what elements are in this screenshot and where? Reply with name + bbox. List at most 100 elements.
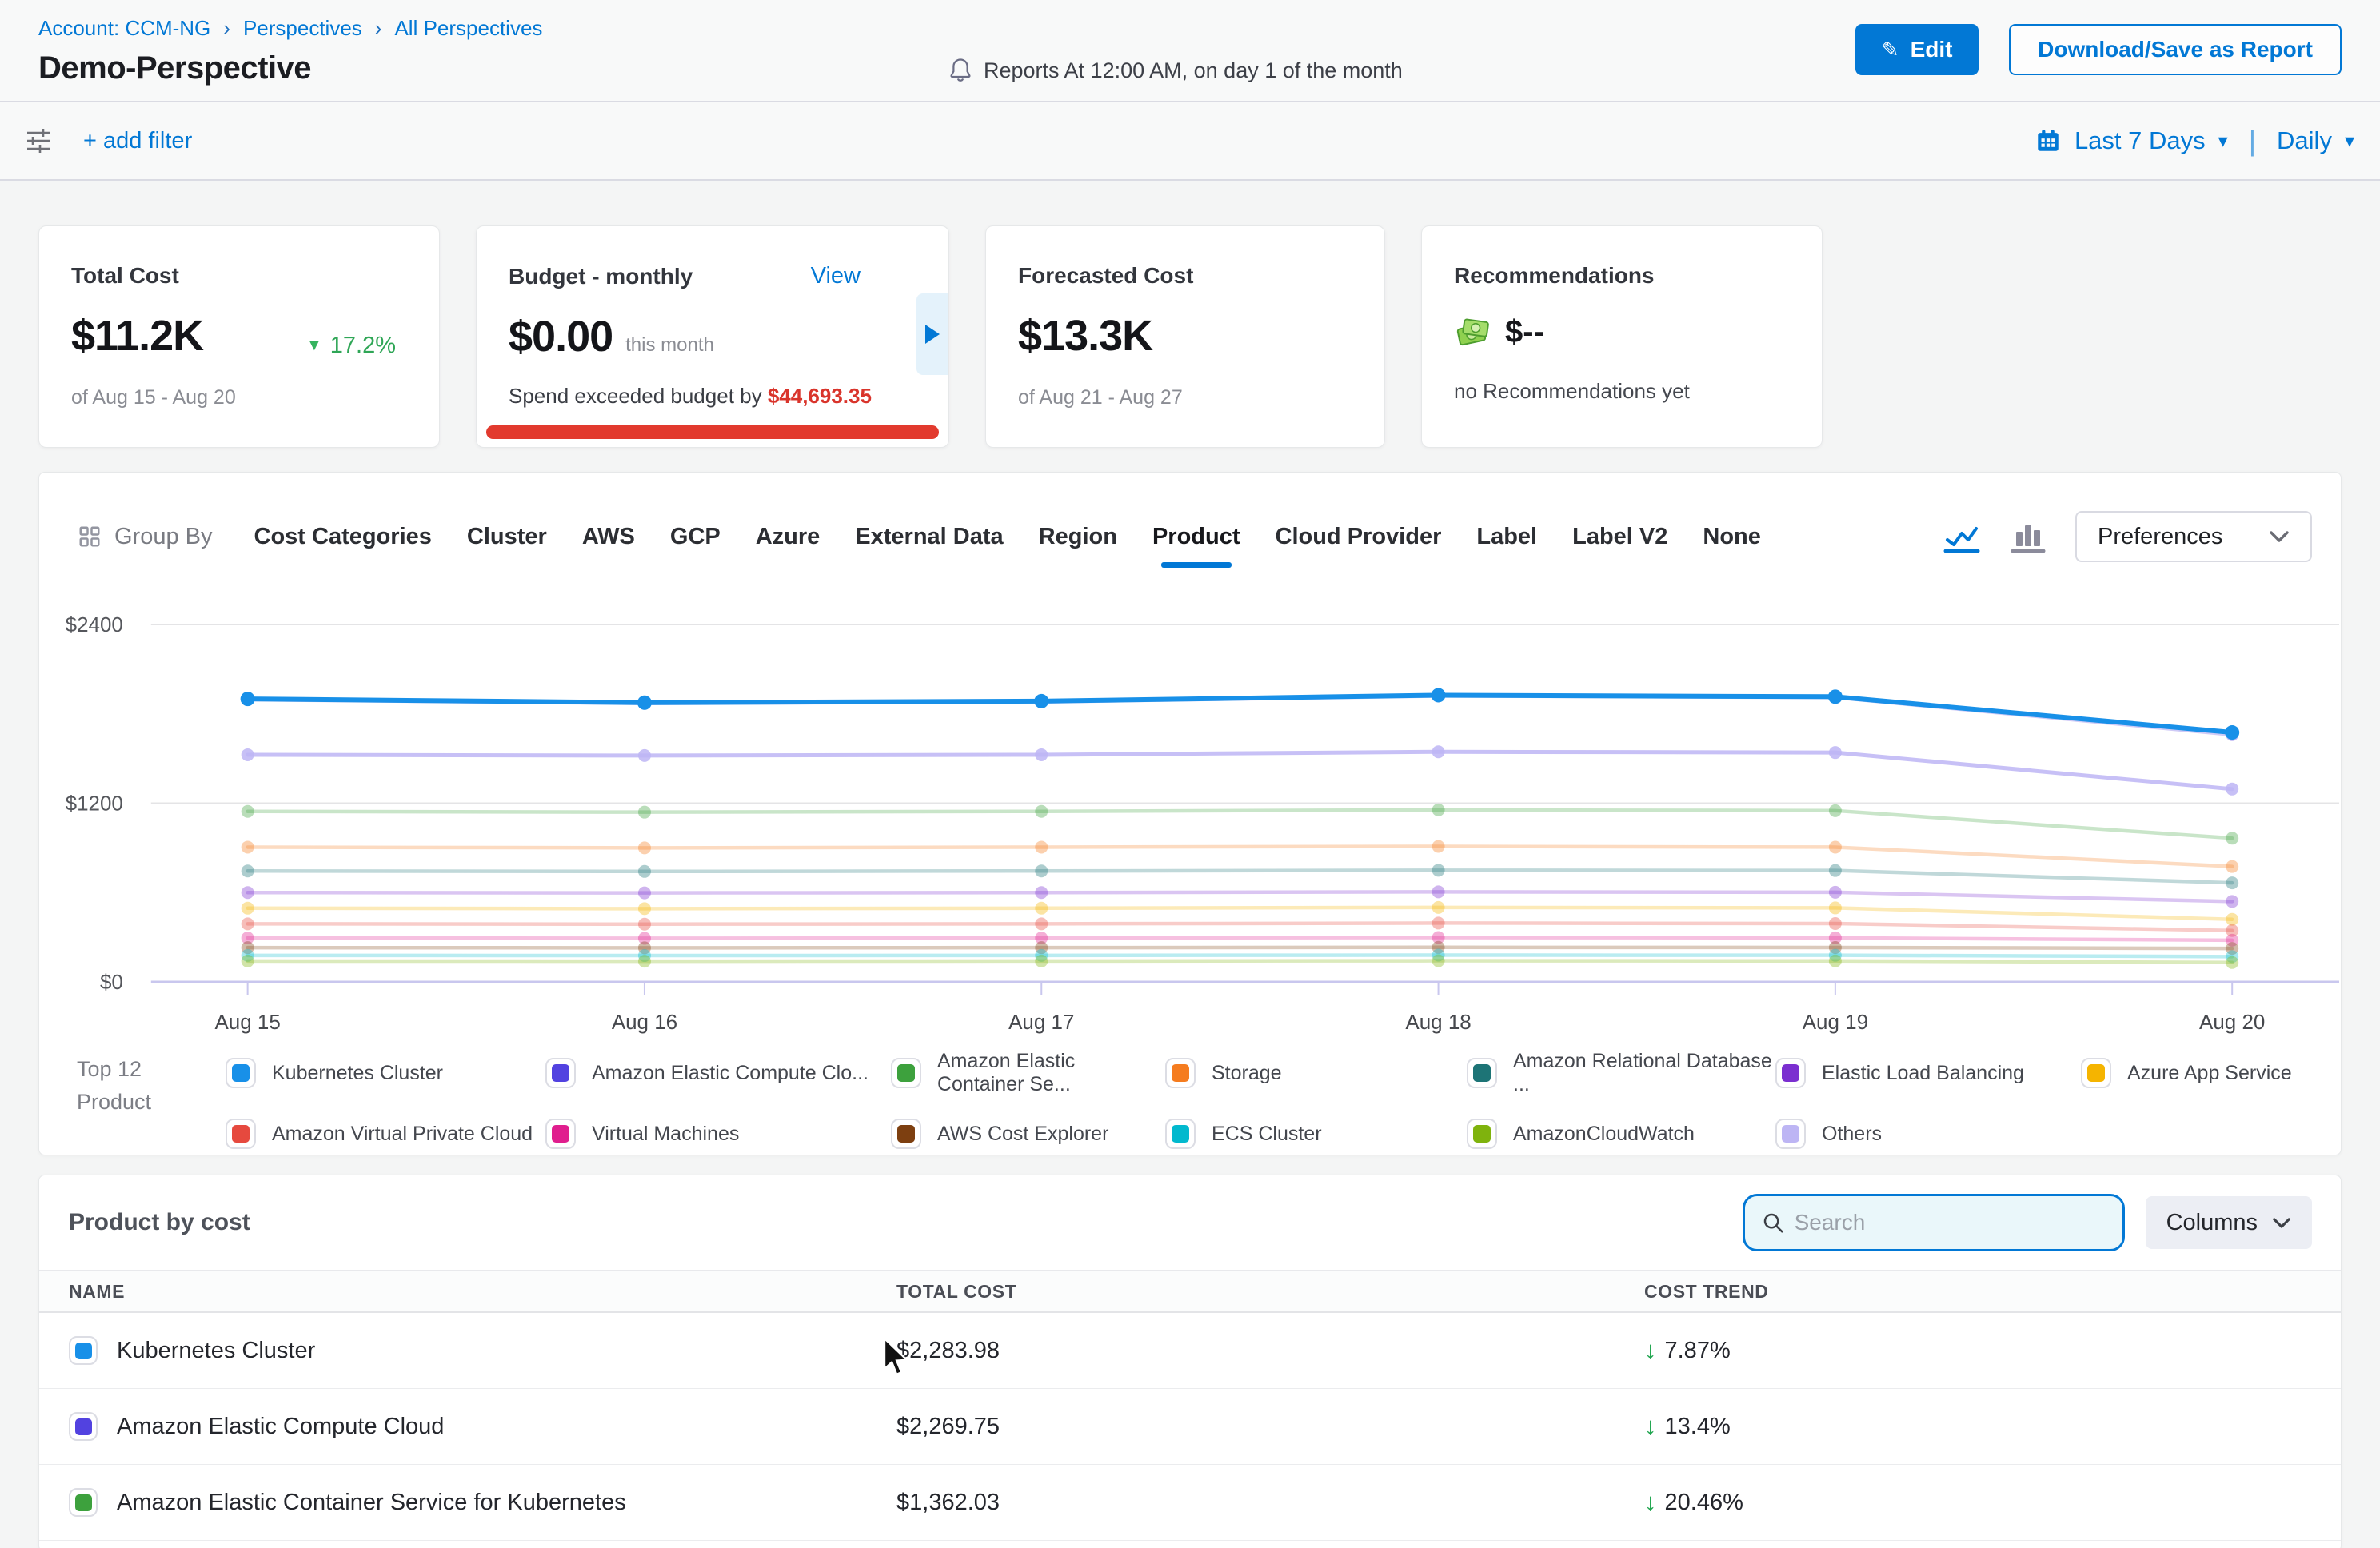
legend-item[interactable]: Kubernetes Cluster — [226, 1058, 545, 1088]
granularity-picker[interactable]: Daily ▾ — [2277, 126, 2354, 155]
date-range-picker[interactable]: Last 7 Days ▾ — [2035, 126, 2228, 155]
table-body: Kubernetes Cluster $2,283.98 ↓ 7.87% Amazon … — [39, 1313, 2341, 1541]
legend-item[interactable]: Elastic Load Balancing — [1775, 1058, 2081, 1088]
legend-swatch — [1165, 1058, 1196, 1088]
breadcrumb-all-perspectives[interactable]: All Perspectives — [394, 16, 542, 41]
svg-text:Aug 15: Aug 15 — [215, 1010, 281, 1034]
card-title: Total Cost — [71, 263, 407, 289]
legend-item[interactable]: Amazon Relational Database ... — [1467, 1050, 1775, 1096]
summary-cards: Total Cost $11.2K ▼ 17.2% of Aug 15 - Au… — [38, 225, 2342, 448]
table-section-title: Product by cost — [69, 1209, 250, 1236]
row-trend-value: 7.87% — [1665, 1338, 1731, 1364]
tab-external-data[interactable]: External Data — [855, 524, 1003, 550]
breadcrumb-separator-icon: › — [375, 16, 382, 41]
time-range-controls: Last 7 Days ▾ | Daily ▾ — [2035, 124, 2354, 158]
budget-value-suffix: this month — [625, 334, 714, 357]
recommendations-card: Recommendations $-- no Recommendations y… — [1421, 225, 1823, 448]
legend-item[interactable]: Amazon Virtual Private Cloud — [226, 1119, 545, 1149]
column-header-total-cost[interactable]: TOTAL COST — [896, 1281, 1644, 1303]
legend-swatch — [545, 1058, 576, 1088]
tab-gcp[interactable]: GCP — [670, 524, 721, 550]
tab-label[interactable]: Label — [1476, 524, 1537, 550]
total-cost-period: of Aug 15 - Aug 20 — [71, 386, 407, 409]
breadcrumb-separator-icon: › — [223, 16, 230, 41]
chart-actions: Preferences — [1943, 511, 2312, 562]
line-chart-icon[interactable] — [1943, 519, 1981, 554]
table-row[interactable]: Amazon Elastic Compute Cloud$2,269.75↓13… — [39, 1389, 2341, 1465]
add-filter-button[interactable]: + add filter — [83, 128, 192, 154]
breadcrumb-account[interactable]: Account: CCM-NG — [38, 16, 210, 41]
legend-item[interactable]: AWS Cost Explorer — [891, 1119, 1165, 1149]
download-save-report-button[interactable]: Download/Save as Report — [2009, 24, 2342, 75]
legend-item-label: ECS Cluster — [1212, 1123, 1322, 1146]
legend-swatch — [891, 1119, 921, 1149]
legend-swatch — [226, 1119, 256, 1149]
legend-item[interactable]: Others — [1775, 1119, 2081, 1149]
group-by-label: Group By — [78, 524, 213, 550]
pencil-icon: ✎ — [1882, 38, 1899, 62]
legend-swatch — [1775, 1058, 1806, 1088]
chevron-down-icon: ▾ — [2345, 130, 2354, 153]
group-by-row: Group By Cost Categories Cluster AWS GCP Azu… — [39, 473, 2341, 591]
main-content: Total Cost $11.2K ▼ 17.2% of Aug 15 - Au… — [0, 181, 2380, 1548]
budget-view-link[interactable]: View — [811, 263, 861, 289]
tab-product[interactable]: Product — [1152, 524, 1240, 550]
columns-dropdown[interactable]: Columns — [2146, 1196, 2312, 1249]
table-row[interactable]: Amazon Elastic Container Service for Kub… — [39, 1465, 2341, 1541]
row-product-name: Kubernetes Cluster — [117, 1338, 315, 1364]
row-color-swatch — [69, 1336, 98, 1365]
tab-cluster[interactable]: Cluster — [467, 524, 547, 550]
tab-none[interactable]: None — [1703, 524, 1761, 550]
legend-item[interactable]: Storage — [1165, 1058, 1467, 1088]
cost-trend-chart[interactable]: $2400$1200$0Aug 15Aug 16Aug 17Aug 18Aug … — [39, 591, 2339, 1039]
svg-text:Aug 18: Aug 18 — [1405, 1010, 1471, 1034]
column-header-name[interactable]: NAME — [69, 1281, 896, 1303]
tab-azure[interactable]: Azure — [756, 524, 821, 550]
legend-item[interactable]: Amazon Elastic Compute Clo... — [545, 1058, 891, 1088]
legend-item-label: Others — [1822, 1123, 1882, 1146]
bar-chart-icon[interactable] — [2010, 519, 2047, 554]
budget-expand-button[interactable] — [916, 293, 948, 375]
column-header-cost-trend[interactable]: COST TREND — [1644, 1281, 2341, 1303]
row-total-cost: $2,283.98 — [896, 1338, 1644, 1364]
legend-item[interactable]: Amazon Elastic Container Se... — [891, 1050, 1165, 1096]
legend-item[interactable]: Virtual Machines — [545, 1119, 891, 1149]
recommendations-note: no Recommendations yet — [1454, 379, 1790, 404]
legend-item[interactable]: AmazonCloudWatch — [1467, 1119, 1775, 1149]
arrow-down-icon: ↓ — [1644, 1488, 1657, 1517]
svg-text:Aug 19: Aug 19 — [1803, 1010, 1868, 1034]
filter-settings-icon[interactable] — [22, 123, 54, 158]
legend-item-label: Amazon Elastic Container Se... — [937, 1050, 1165, 1096]
search-input[interactable] — [1795, 1210, 2106, 1235]
svg-text:$1200: $1200 — [66, 791, 123, 815]
tab-region[interactable]: Region — [1039, 524, 1117, 550]
tab-label-v2[interactable]: Label V2 — [1572, 524, 1667, 550]
reports-schedule-note: Reports At 12:00 AM, on day 1 of the mon… — [948, 58, 1403, 83]
arrow-down-icon: ↓ — [1644, 1412, 1657, 1441]
budget-exceeded-note: Spend exceeded budget by $44,693.35 — [509, 384, 916, 409]
forecasted-cost-period: of Aug 21 - Aug 27 — [1018, 386, 1352, 409]
row-total-cost: $1,362.03 — [896, 1490, 1644, 1516]
legend-title: Top 12 Product — [77, 1050, 226, 1149]
table-search[interactable] — [1743, 1194, 2125, 1251]
legend-swatch — [1165, 1119, 1196, 1149]
search-icon — [1761, 1211, 1785, 1235]
table-row[interactable]: Kubernetes Cluster$2,283.98↓7.87% — [39, 1313, 2341, 1389]
chevron-down-icon: ▾ — [2218, 130, 2228, 153]
preferences-dropdown[interactable]: Preferences — [2075, 511, 2312, 562]
edit-button[interactable]: ✎ Edit — [1855, 24, 1979, 75]
legend-item-label: Virtual Machines — [592, 1123, 739, 1146]
table-header: NAME TOTAL COST COST TREND — [39, 1270, 2341, 1313]
legend-item[interactable]: Azure App Service — [2081, 1058, 2341, 1088]
legend-swatch — [1467, 1058, 1497, 1088]
legend-item[interactable]: ECS Cluster — [1165, 1119, 1467, 1149]
budget-value: $0.00 — [509, 312, 613, 361]
breadcrumb-perspectives[interactable]: Perspectives — [243, 16, 362, 41]
tab-aws[interactable]: AWS — [582, 524, 635, 550]
row-total-cost: $2,269.75 — [896, 1414, 1644, 1440]
card-title: Recommendations — [1454, 263, 1790, 289]
row-cost-trend: ↓13.4% — [1644, 1412, 2341, 1441]
tab-cost-categories[interactable]: Cost Categories — [254, 524, 432, 550]
tab-cloud-provider[interactable]: Cloud Provider — [1276, 524, 1442, 550]
bell-icon — [948, 58, 972, 83]
